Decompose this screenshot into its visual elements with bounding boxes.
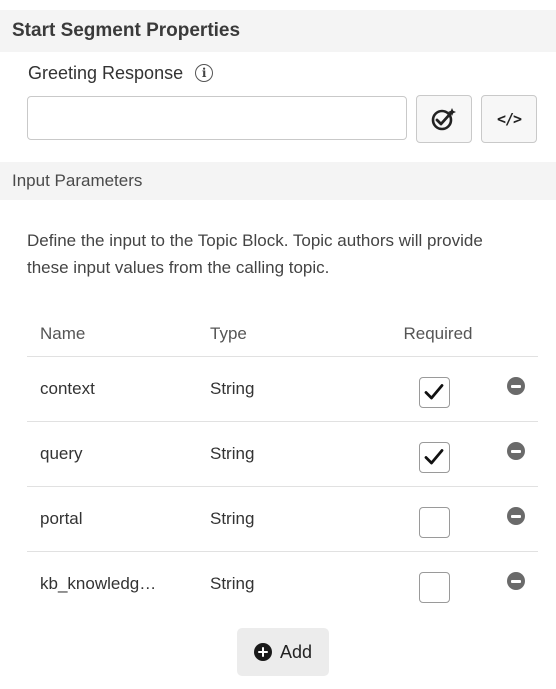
table-header-row: Name Type Required <box>27 312 538 357</box>
add-button-label: Add <box>279 641 313 662</box>
required-checkbox[interactable] <box>418 506 450 538</box>
parameter-name: kb_knowledg… <box>40 574 157 593</box>
greeting-response-input[interactable] <box>27 96 407 140</box>
ai-assist-button[interactable] <box>416 95 472 143</box>
column-header-type: Type <box>210 324 247 343</box>
remove-parameter-icon[interactable] <box>507 572 525 590</box>
remove-parameter-icon[interactable] <box>507 507 525 525</box>
parameter-type: String <box>210 444 255 463</box>
table-row: portal String <box>27 487 538 552</box>
parameter-name: context <box>40 379 95 398</box>
column-header-required: Required <box>403 324 473 343</box>
plus-circle-icon <box>253 643 272 661</box>
parameter-name: portal <box>40 509 83 528</box>
greeting-label: Greeting Response <box>28 62 184 83</box>
required-checkbox[interactable] <box>418 571 450 603</box>
parameter-type: String <box>210 509 255 528</box>
info-icon[interactable]: i <box>195 64 214 82</box>
table-row: context String <box>27 357 538 422</box>
remove-parameter-icon[interactable] <box>507 377 525 395</box>
section-title: Input Parameters <box>12 171 143 190</box>
ai-assist-icon <box>431 108 456 131</box>
greeting-label-row: Greeting Response i <box>28 60 214 86</box>
input-parameters-description: Define the input to the Topic Block. Top… <box>27 231 483 277</box>
code-editor-button[interactable]: </> <box>481 95 537 143</box>
parameter-name: query <box>40 444 83 463</box>
input-parameters-table: Name Type Required context String query … <box>27 312 538 616</box>
required-checkbox[interactable] <box>418 441 450 473</box>
parameter-type: String <box>210 379 255 398</box>
table-row: kb_knowledg… String <box>27 552 538 616</box>
required-checkbox[interactable] <box>418 376 450 408</box>
input-parameters-header: Input Parameters <box>0 162 556 200</box>
table-row: query String <box>27 422 538 487</box>
column-header-name: Name <box>40 324 86 343</box>
add-parameter-button[interactable]: Add <box>237 628 329 676</box>
start-segment-header: Start Segment Properties <box>0 10 556 52</box>
checkmark-icon <box>424 384 444 400</box>
section-title: Start Segment Properties <box>12 20 241 41</box>
checkmark-icon <box>424 449 444 465</box>
remove-parameter-icon[interactable] <box>507 442 525 460</box>
code-icon: </> <box>496 110 522 128</box>
parameter-type: String <box>210 574 255 593</box>
